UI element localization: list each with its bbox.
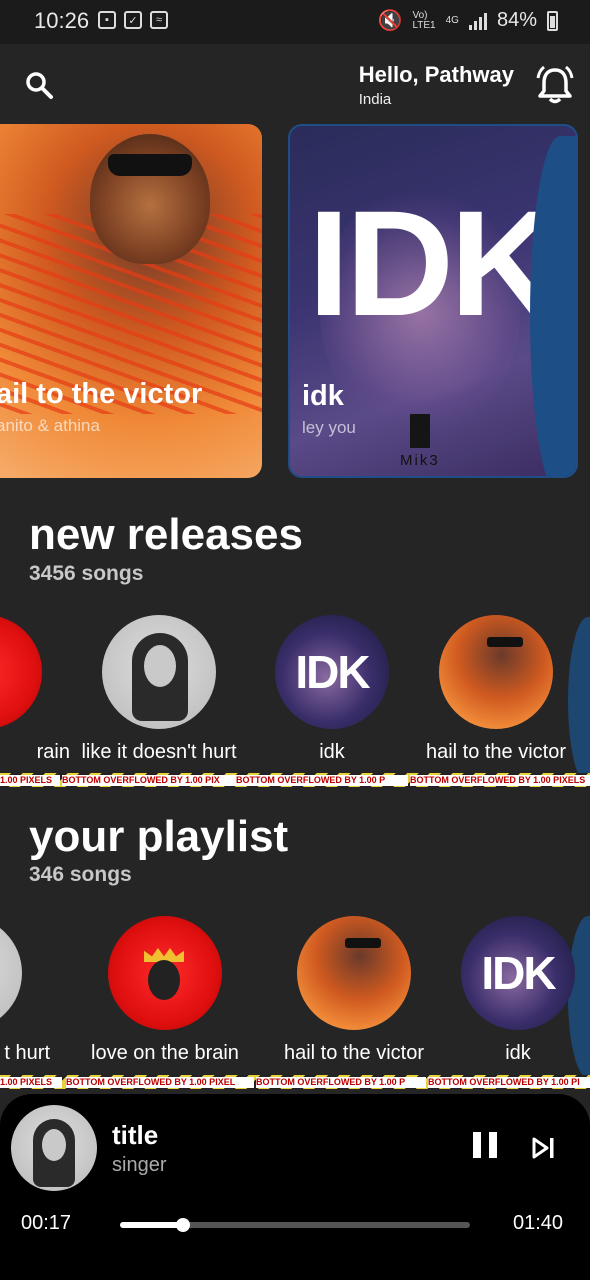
list-item[interactable]: hail to the victor — [411, 615, 581, 764]
app-header: Hello, Pathway India — [0, 44, 590, 124]
now-playing-bar[interactable]: title singer 00:17 01:40 — [0, 1094, 590, 1280]
featured-title: ail to the victor — [0, 378, 203, 410]
seek-bar[interactable] — [120, 1218, 470, 1232]
network-type: 4G — [445, 14, 459, 26]
mute-icon: 🔇 — [377, 10, 403, 32]
album-art: IDK — [461, 916, 575, 1030]
featured-title: idk — [302, 380, 344, 412]
checkbox-icon: ✓ — [124, 11, 142, 29]
now-playing-title: title — [112, 1120, 159, 1150]
list-item[interactable]: love on the brain — [80, 916, 250, 1065]
featured-card-idk[interactable]: IDK idk ley you Mik3 — [288, 124, 578, 478]
status-notification-icons: ▪ ✓ ≈ — [98, 11, 168, 29]
new-releases-list[interactable]: rain like it doesn't hurt IDK idk hail t… — [0, 615, 590, 785]
album-art — [102, 615, 216, 729]
list-item[interactable]: IDK idk — [247, 615, 417, 764]
status-system-icons: 🔇 Vo) LTE1 4G 84% — [378, 8, 558, 33]
your-playlist-count: 346 songs — [29, 863, 132, 886]
seek-bar-knob[interactable] — [176, 1218, 190, 1232]
your-playlist-title: your playlist — [29, 812, 289, 861]
list-item[interactable]: rain — [0, 615, 70, 764]
total-time: 01:40 — [513, 1212, 564, 1234]
song-title: love on the brain — [91, 1042, 239, 1064]
mik3-logo: Mik3 — [400, 414, 440, 469]
song-title: hail to the victor — [283, 1042, 425, 1064]
skip-next-icon[interactable] — [530, 1134, 558, 1162]
album-art-sunglasses — [108, 154, 192, 176]
featured-subtitle: anito & athina — [0, 416, 100, 435]
album-art — [0, 615, 42, 729]
status-time: 10:26 — [34, 8, 90, 33]
gallery-icon: ▪ — [98, 11, 116, 29]
search-icon[interactable] — [22, 68, 56, 102]
song-title: like it doesn't hurt — [81, 741, 237, 763]
featured-card-hail-to-the-victor[interactable]: ail to the victor anito & athina — [0, 124, 262, 478]
seek-bar-progress — [120, 1222, 183, 1228]
signal-icon — [468, 12, 487, 30]
album-art-idk-text: IDK — [308, 179, 558, 347]
album-art — [297, 916, 411, 1030]
battery-percent: 84% — [496, 9, 537, 31]
now-playing-album-art[interactable] — [11, 1105, 97, 1191]
wifi-icon: ≈ — [150, 11, 168, 29]
list-item[interactable]: hail to the victor — [269, 916, 439, 1065]
new-releases-title: new releases — [29, 510, 303, 559]
volte-indicator: Vo) LTE1 — [412, 9, 436, 31]
list-item[interactable]: like it doesn't hurt — [74, 615, 244, 764]
list-item[interactable]: t hurt — [0, 916, 50, 1065]
album-art — [0, 916, 22, 1030]
greeting-text: Hello, Pathway — [358, 62, 514, 87]
song-title: t hurt — [4, 1042, 50, 1064]
current-time: 00:17 — [21, 1212, 72, 1234]
overflow-warning-strip: 1.00 PIXELS BOTTOM OVERFLOWED BY 1.00 PI… — [0, 1075, 590, 1089]
user-greeting: Hello, Pathway India — [359, 62, 514, 108]
your-playlist-list[interactable]: t hurt love on the brain hail to the vic… — [0, 916, 590, 1086]
status-bar: 10:26 ▪ ✓ ≈ 🔇 Vo) LTE1 4G 84% — [0, 0, 590, 44]
list-item[interactable]: IDK idk — [433, 916, 590, 1065]
featured-carousel[interactable]: ail to the victor anito & athina IDK idk… — [0, 124, 590, 480]
pause-icon[interactable] — [470, 1132, 500, 1162]
song-title: idk — [319, 741, 345, 763]
now-playing-singer: singer — [112, 1154, 167, 1176]
user-country: India — [358, 91, 392, 108]
featured-subtitle: ley you — [302, 418, 356, 437]
album-art — [439, 615, 553, 729]
song-title: hail to the victor — [425, 741, 567, 763]
battery-icon — [547, 10, 558, 31]
new-releases-count: 3456 songs — [29, 562, 144, 585]
album-art — [108, 916, 222, 1030]
album-art: IDK — [275, 615, 389, 729]
song-title: rain — [36, 741, 70, 763]
song-title: idk — [505, 1042, 531, 1064]
notification-bell-icon[interactable] — [532, 62, 578, 108]
overflow-warning-strip: 1.00 PIXELS BOTTOM OVERFLOWED BY 1.00 PI… — [0, 773, 590, 787]
